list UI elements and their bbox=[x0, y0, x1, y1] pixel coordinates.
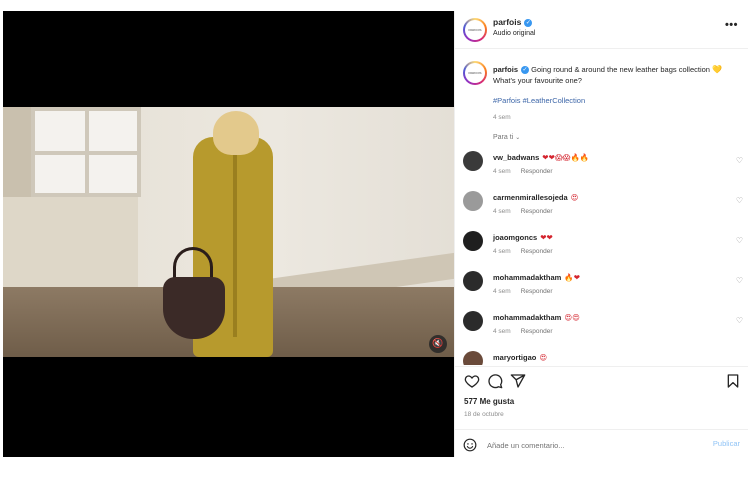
leather-bag bbox=[163, 277, 225, 339]
comment-avatar[interactable] bbox=[463, 231, 483, 251]
likes-count[interactable]: 577 Me gusta bbox=[464, 397, 514, 406]
verified-icon: ✓ bbox=[521, 66, 530, 75]
caption-username[interactable]: parfois bbox=[493, 65, 518, 74]
comment-username[interactable]: mohammadaktham bbox=[493, 313, 561, 322]
comment-username[interactable]: carmenmirallesojeda bbox=[493, 193, 568, 202]
reply-button[interactable]: Responder bbox=[521, 208, 553, 215]
comments-list[interactable]: vw_badwans ❤❤😱😱🔥🔥 4 sem Responder ♡ carmen… bbox=[455, 149, 748, 365]
post-header: PARFOIS parfois ✓ Audio original ••• bbox=[455, 11, 748, 49]
like-comment-heart-icon[interactable]: ♡ bbox=[736, 276, 743, 285]
post-date: 18 de octubre bbox=[464, 411, 504, 418]
post-video[interactable]: 🔇 bbox=[3, 11, 454, 457]
caption-question: What's your favourite one? bbox=[493, 76, 582, 85]
like-comment-heart-icon[interactable]: ♡ bbox=[736, 316, 743, 325]
comment-avatar[interactable] bbox=[463, 271, 483, 291]
verified-icon: ✓ bbox=[524, 18, 533, 27]
comment-avatar[interactable] bbox=[463, 151, 483, 171]
model-hair bbox=[213, 111, 259, 155]
comment-username[interactable]: vw_badwans bbox=[493, 153, 539, 162]
more-options-icon[interactable]: ••• bbox=[725, 19, 738, 31]
comment-input[interactable] bbox=[487, 436, 687, 454]
like-comment-heart-icon[interactable]: ♡ bbox=[736, 156, 743, 165]
brand-avatar[interactable]: PARFOIS bbox=[463, 18, 487, 42]
comment-avatar[interactable] bbox=[463, 191, 483, 211]
hashtag-link[interactable]: #Parfois bbox=[493, 96, 521, 105]
comment-text: 🔥❤ bbox=[564, 273, 580, 282]
comment-avatar[interactable] bbox=[463, 311, 483, 331]
like-heart-icon[interactable] bbox=[464, 373, 480, 389]
comment-username[interactable]: maryortigao bbox=[493, 353, 536, 362]
emoji-smile-icon[interactable] bbox=[463, 438, 477, 452]
comment-username[interactable]: joaomgoncs bbox=[493, 233, 537, 242]
add-comment-row: Publicar bbox=[455, 429, 748, 458]
reply-button[interactable]: Responder bbox=[521, 288, 553, 295]
reply-button[interactable]: Responder bbox=[521, 248, 553, 255]
brand-logo-text: PARFOIS bbox=[465, 20, 485, 40]
reply-button[interactable]: Responder bbox=[521, 168, 553, 175]
reply-button[interactable]: Responder bbox=[521, 328, 553, 335]
comment-item: vw_badwans ❤❤😱😱🔥🔥 4 sem Responder ♡ bbox=[455, 149, 748, 189]
video-frame bbox=[3, 107, 454, 357]
comment-text: ❤❤ bbox=[540, 233, 553, 242]
comment-bubble-icon[interactable] bbox=[487, 373, 503, 389]
publish-button[interactable]: Publicar bbox=[713, 439, 740, 448]
comment-avatar[interactable] bbox=[463, 351, 483, 365]
comment-text: 😍 bbox=[570, 193, 579, 202]
comment-text: 😍 bbox=[539, 353, 548, 362]
comment-time: 4 sem bbox=[493, 208, 511, 215]
comment-time: 4 sem bbox=[493, 328, 511, 335]
like-comment-heart-icon[interactable]: ♡ bbox=[736, 196, 743, 205]
comment-filter-dropdown[interactable]: Para ti ⌄ bbox=[493, 134, 520, 141]
comment-item: maryortigao 😍 bbox=[455, 349, 748, 365]
chevron-down-icon: ⌄ bbox=[515, 134, 521, 141]
caption-avatar[interactable]: PARFOIS bbox=[463, 61, 487, 85]
caption-body: Going round & around the new leather bag… bbox=[531, 65, 710, 74]
comment-text: ❤❤😱😱🔥🔥 bbox=[542, 153, 590, 162]
post-side-panel: PARFOIS parfois ✓ Audio original ••• PARF… bbox=[454, 11, 748, 457]
hashtags: #Parfois #LeatherCollection bbox=[493, 96, 585, 105]
comment-time: 4 sem bbox=[493, 288, 511, 295]
caption-logo-text: PARFOIS bbox=[465, 63, 485, 83]
window bbox=[31, 107, 141, 197]
comment-item: joaomgoncs ❤❤ 4 sem Responder ♡ bbox=[455, 229, 748, 269]
wall bbox=[3, 197, 138, 297]
comment-text: 😍😍 bbox=[564, 313, 580, 322]
comment-item: mohammadaktham 🔥❤ 4 sem Responder ♡ bbox=[455, 269, 748, 309]
comment-username[interactable]: mohammadaktham bbox=[493, 273, 561, 282]
caption-text: parfois ✓ Going round & around the new le… bbox=[493, 64, 739, 86]
comment-time: 4 sem bbox=[493, 168, 511, 175]
comment-item: carmenmirallesojeda 😍 4 sem Responder ♡ bbox=[455, 189, 748, 229]
yellow-heart-icon: 💛 bbox=[712, 65, 723, 74]
mute-icon[interactable]: 🔇 bbox=[429, 335, 447, 353]
comment-item: mohammadaktham 😍😍 4 sem Responder ♡ bbox=[455, 309, 748, 349]
caption-time: 4 sem bbox=[493, 114, 511, 121]
instagram-post-modal: 🔇 PARFOIS parfois ✓ Audio original ••• PA… bbox=[0, 0, 750, 500]
share-send-icon[interactable] bbox=[510, 373, 526, 389]
save-bookmark-icon[interactable] bbox=[725, 373, 741, 389]
header-username[interactable]: parfois bbox=[493, 17, 521, 27]
post-actions: 577 Me gusta 18 de octubre Publicar bbox=[455, 366, 748, 457]
audio-label[interactable]: Audio original bbox=[493, 30, 535, 37]
like-comment-heart-icon[interactable]: ♡ bbox=[736, 236, 743, 245]
hashtag-link[interactable]: #LeatherCollection bbox=[523, 96, 586, 105]
comment-time: 4 sem bbox=[493, 248, 511, 255]
